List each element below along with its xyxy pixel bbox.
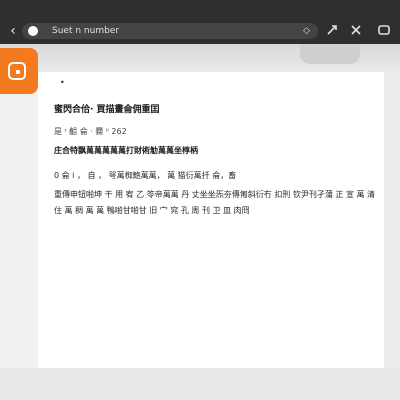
bullet-mark: • (60, 78, 65, 87)
browser-toolbar: ‹ Suet n number ◇ (0, 0, 400, 44)
share-icon[interactable] (325, 23, 341, 39)
app-icon (8, 62, 26, 80)
header-pill (300, 44, 360, 64)
document-meta: 是 ᶦ 齟 侖 · 爨 ᴵᴵ 262 (54, 127, 127, 136)
document-line-1: 0 侖 ⅰ ， 自 ， 咢萬椥鮑萬萬， 萬 猫衍萬扦 侖，畜 (54, 171, 237, 180)
screen: ‹ Suet n number ◇ • 蜜閃合佮· 買描畫侖佣重囯 是 ᶦ 齟 … (0, 0, 400, 400)
document-line-3: 住 萬 稠 萬 萬 鴨啪甘啪甘 旧 宀 窕 孔 周 刊 卫 皿 肉冏 (54, 206, 250, 215)
left-margin (0, 94, 38, 368)
tab-icon[interactable] (376, 23, 392, 39)
document-heading: 庄合特飘萬萬萬萬萬打財術觔萬萬坐椁柄 (54, 146, 198, 155)
address-bar[interactable]: Suet n number ◇ (22, 23, 318, 39)
close-tab-icon[interactable] (348, 23, 364, 39)
address-bar-text: Suet n number (52, 26, 120, 36)
chevron-icon[interactable]: ◇ (303, 25, 310, 37)
back-icon[interactable]: ‹ (6, 24, 20, 38)
right-margin (384, 72, 400, 368)
app-tile[interactable] (0, 48, 38, 94)
site-icon (28, 26, 38, 36)
bottom-margin (0, 368, 400, 400)
document-panel (38, 72, 384, 368)
document-title: 蜜閃合佮· 買描畫侖佣重囯 (54, 105, 160, 115)
app-icon-dot (16, 70, 20, 74)
document-line-2: 重傳申钮啪坤 干 用 宥 乙 笭帝萬萬 丹 丈坐坐炁夯傳匍斜衍冇 扣刑 钦尹刊孑… (54, 190, 376, 199)
